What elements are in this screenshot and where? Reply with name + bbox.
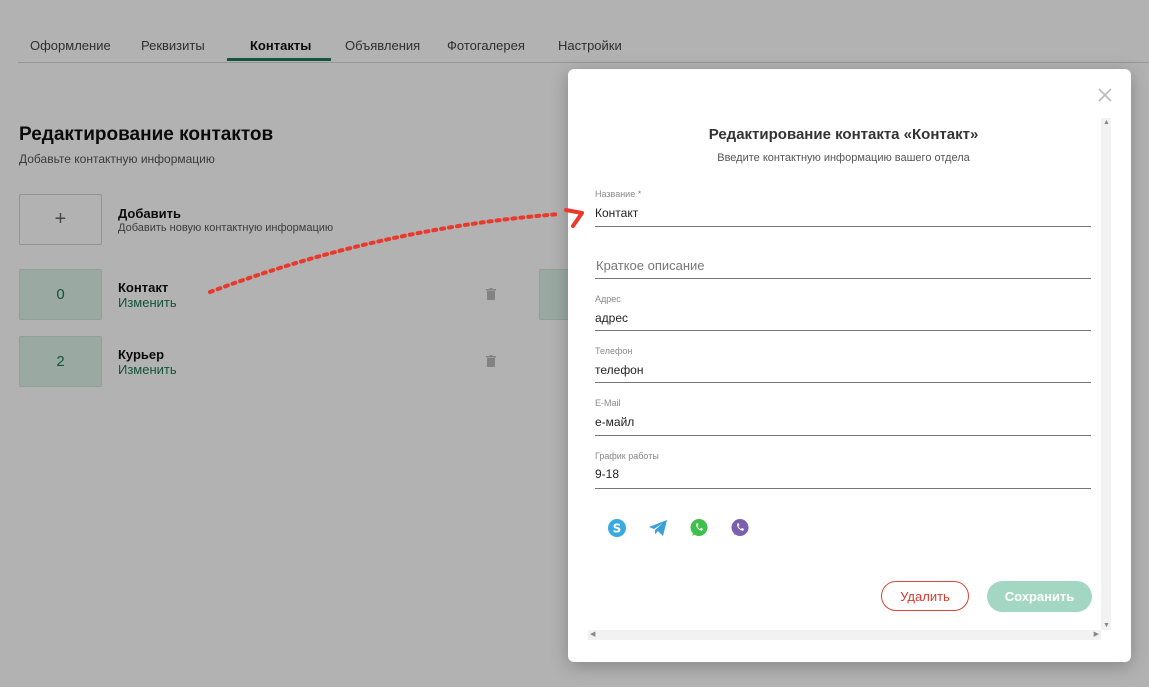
viber-icon[interactable] xyxy=(729,517,751,539)
name-field[interactable]: Название * Контакт xyxy=(595,188,1091,227)
address-field-label: Адрес xyxy=(595,294,621,304)
modal-subtitle: Введите контактную информацию вашего отд… xyxy=(717,152,970,164)
scroll-up-icon[interactable]: ▲ xyxy=(1103,119,1110,126)
scroll-right-icon[interactable]: ▶ xyxy=(1094,630,1099,638)
telegram-icon[interactable] xyxy=(647,517,669,539)
phone-field-value[interactable]: телефон xyxy=(595,363,644,377)
modal-title: Редактирование контакта «Контакт» xyxy=(708,126,979,143)
schedule-field[interactable]: График работы 9-18 xyxy=(595,450,1091,489)
schedule-field-label: График работы xyxy=(595,451,659,461)
email-field-value[interactable]: е-майл xyxy=(595,415,634,429)
address-field-value[interactable]: адрес xyxy=(595,311,628,325)
horizontal-scrollbar[interactable]: ◀ ▶ xyxy=(588,630,1101,640)
svg-text:S: S xyxy=(613,522,622,536)
whatsapp-icon[interactable] xyxy=(688,517,710,539)
address-field[interactable]: Адрес адрес xyxy=(595,293,1091,331)
email-field-label: E-Mail xyxy=(595,398,621,408)
name-field-value[interactable]: Контакт xyxy=(595,206,638,220)
scroll-down-icon[interactable]: ▼ xyxy=(1103,622,1110,629)
phone-field-label: Телефон xyxy=(595,346,633,356)
close-icon[interactable] xyxy=(1097,87,1113,103)
save-button[interactable]: Сохранить xyxy=(987,581,1092,612)
vertical-scrollbar[interactable]: ▲ ▼ xyxy=(1101,118,1111,630)
edit-contact-modal: Редактирование контакта «Контакт» Введит… xyxy=(568,69,1131,662)
scroll-left-icon[interactable]: ◀ xyxy=(590,630,595,638)
email-field[interactable]: E-Mail е-майл xyxy=(595,397,1091,436)
description-field-placeholder[interactable]: Краткое описание xyxy=(596,258,705,273)
schedule-field-value[interactable]: 9-18 xyxy=(595,467,619,481)
phone-field[interactable]: Телефон телефон xyxy=(595,345,1091,383)
name-field-label: Название * xyxy=(595,189,642,199)
skype-icon[interactable]: S xyxy=(606,517,628,539)
description-field[interactable]: Краткое описание xyxy=(595,240,1091,279)
delete-button[interactable]: Удалить xyxy=(881,581,969,611)
